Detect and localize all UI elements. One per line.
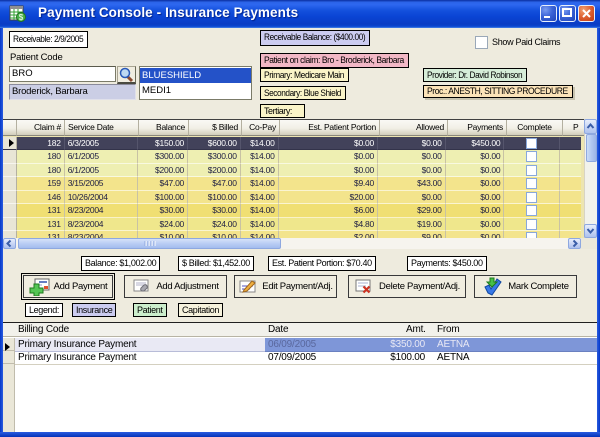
svg-text:$: $ <box>19 13 24 22</box>
